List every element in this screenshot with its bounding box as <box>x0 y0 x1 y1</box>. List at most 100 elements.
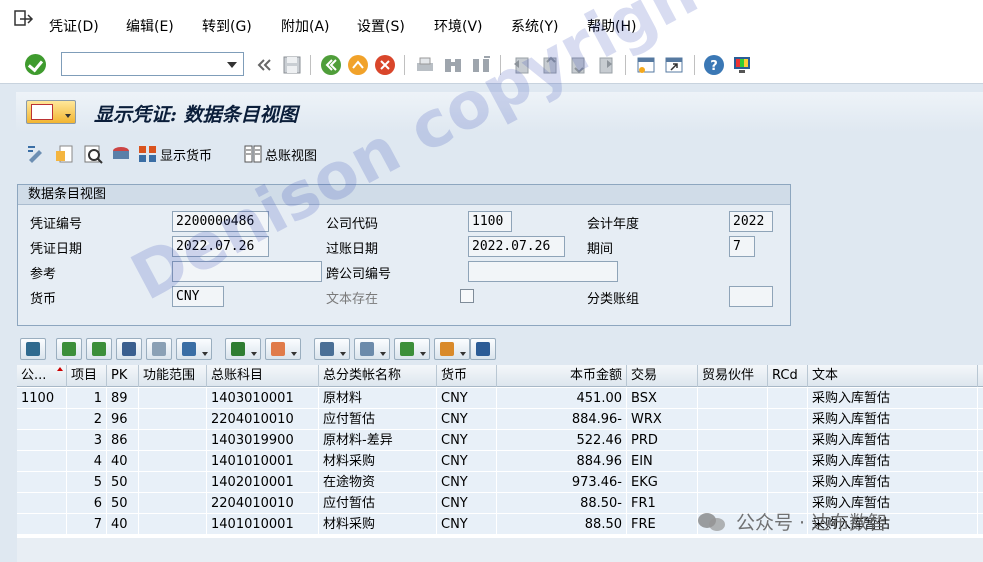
total-icon[interactable] <box>225 338 261 360</box>
cell-company[interactable] <box>17 451 67 472</box>
cell-gl-account[interactable]: 2204010010 <box>207 493 319 514</box>
cell-gl-name[interactable]: 在途物资 <box>319 472 437 493</box>
show-currency-button[interactable]: 显示货币 <box>138 143 212 165</box>
cell-gl-name[interactable]: 原材料-差异 <box>319 430 437 451</box>
cell-amount[interactable]: 88.50- <box>497 493 627 514</box>
cell-pk[interactable]: 40 <box>107 451 139 472</box>
sort-ascending-icon[interactable] <box>56 338 82 360</box>
cell-item[interactable]: 2 <box>67 409 107 430</box>
cell-functional-area[interactable] <box>139 409 207 430</box>
cell-amount[interactable]: 88.50 <box>497 514 627 535</box>
cell-amount[interactable]: 884.96 <box>497 451 627 472</box>
cell-pk[interactable]: 50 <box>107 472 139 493</box>
cell-text[interactable]: 采购入库暂估 <box>808 451 978 472</box>
cell-company[interactable] <box>17 430 67 451</box>
cell-trading-partner[interactable] <box>698 388 768 409</box>
cancel-icon[interactable] <box>374 54 396 76</box>
cell-rcd[interactable] <box>768 472 808 493</box>
posting-date-field[interactable]: 2022.07.26 <box>468 236 565 257</box>
cell-transaction[interactable]: FRE <box>627 514 698 535</box>
cell-rcd[interactable] <box>768 451 808 472</box>
table-row[interactable]: 4 40 1401010001 材料采购 CNY 884.96 EIN 采购入库暂估 <box>17 451 983 472</box>
command-input[interactable] <box>64 55 214 73</box>
print-preview-icon[interactable] <box>314 338 350 360</box>
cell-trading-partner[interactable] <box>698 451 768 472</box>
system-menu-icon[interactable] <box>14 10 34 28</box>
menu-item-environment[interactable]: 环境(V) <box>434 16 483 36</box>
help-icon[interactable]: ? <box>703 54 725 76</box>
cell-pk[interactable]: 96 <box>107 409 139 430</box>
cell-gl-name[interactable]: 材料采购 <box>319 451 437 472</box>
cell-functional-area[interactable] <box>139 472 207 493</box>
print-icon[interactable] <box>414 54 436 76</box>
cell-rcd[interactable] <box>768 388 808 409</box>
cell-company[interactable] <box>17 493 67 514</box>
find-next-icon[interactable] <box>146 338 172 360</box>
information-icon[interactable] <box>470 338 496 360</box>
cell-rcd[interactable] <box>768 409 808 430</box>
fiscal-year-field[interactable]: 2022 <box>729 211 773 232</box>
column-header-rcd[interactable]: RCd <box>768 365 808 387</box>
cell-amount[interactable]: 884.96- <box>497 409 627 430</box>
column-header-gl-account[interactable]: 总账科目 <box>207 365 319 387</box>
cell-pk[interactable]: 40 <box>107 514 139 535</box>
cell-functional-area[interactable] <box>139 451 207 472</box>
enter-check-icon[interactable] <box>25 54 46 75</box>
cell-pk[interactable]: 50 <box>107 493 139 514</box>
cell-item[interactable]: 3 <box>67 430 107 451</box>
export-icon[interactable] <box>394 338 430 360</box>
cell-functional-area[interactable] <box>139 388 207 409</box>
menu-item-document[interactable]: 凭证(D) <box>49 16 99 36</box>
cell-transaction[interactable]: BSX <box>627 388 698 409</box>
cell-item[interactable]: 6 <box>67 493 107 514</box>
table-row[interactable]: 1100 1 89 1403010001 原材料 CNY 451.00 BSX 采购入库暂估 <box>17 388 983 409</box>
subtotal-icon[interactable] <box>265 338 301 360</box>
cell-gl-account[interactable]: 1401010001 <box>207 451 319 472</box>
cell-gl-account[interactable]: 2204010010 <box>207 409 319 430</box>
cell-transaction[interactable]: EKG <box>627 472 698 493</box>
cell-pk[interactable]: 86 <box>107 430 139 451</box>
column-header-functional-area[interactable]: 功能范围 <box>139 365 207 387</box>
menu-item-edit[interactable]: 编辑(E) <box>126 16 174 36</box>
save-icon[interactable] <box>281 54 303 76</box>
cell-item[interactable]: 7 <box>67 514 107 535</box>
column-header-trading-partner[interactable]: 贸易伙伴 <box>698 365 768 387</box>
taxes-icon[interactable] <box>110 143 132 165</box>
menu-item-settings[interactable]: 设置(S) <box>357 16 405 36</box>
cell-gl-name[interactable]: 应付暂估 <box>319 493 437 514</box>
cell-text[interactable]: 采购入库暂估 <box>808 388 978 409</box>
views-icon[interactable] <box>354 338 390 360</box>
menu-item-extras[interactable]: 附加(A) <box>281 16 330 36</box>
cell-currency[interactable]: CNY <box>437 409 497 430</box>
cell-currency[interactable]: CNY <box>437 451 497 472</box>
other-document-icon[interactable] <box>54 143 76 165</box>
cell-gl-account[interactable]: 1401010001 <box>207 514 319 535</box>
cell-pk[interactable]: 89 <box>107 388 139 409</box>
cell-amount[interactable]: 973.46- <box>497 472 627 493</box>
create-shortcut-icon[interactable] <box>663 54 685 76</box>
cell-currency[interactable]: CNY <box>437 514 497 535</box>
chevron-down-icon[interactable] <box>227 62 237 68</box>
cell-currency[interactable]: CNY <box>437 472 497 493</box>
cell-gl-account[interactable]: 1402010001 <box>207 472 319 493</box>
cell-currency[interactable]: CNY <box>437 493 497 514</box>
column-header-gl-name[interactable]: 总分类帐名称 <box>319 365 437 387</box>
cell-gl-name[interactable]: 原材料 <box>319 388 437 409</box>
cell-company[interactable] <box>17 514 67 535</box>
collapse-double-left-icon[interactable] <box>253 54 275 76</box>
find-icon[interactable] <box>116 338 142 360</box>
cell-amount[interactable]: 522.46 <box>497 430 627 451</box>
cell-company[interactable]: 1100 <box>17 388 67 409</box>
display-change-icon[interactable] <box>25 143 47 165</box>
cell-functional-area[interactable] <box>139 493 207 514</box>
cell-text[interactable]: 采购入库暂估 <box>808 409 978 430</box>
cell-text[interactable]: 采购入库暂估 <box>808 472 978 493</box>
title-menu-button[interactable] <box>26 100 76 124</box>
command-field[interactable] <box>61 52 244 76</box>
customize-layout-icon[interactable] <box>731 54 753 76</box>
details-icon[interactable] <box>20 338 46 360</box>
cell-transaction[interactable]: EIN <box>627 451 698 472</box>
menu-item-goto[interactable]: 转到(G) <box>202 16 252 36</box>
cell-transaction[interactable]: PRD <box>627 430 698 451</box>
column-header-pk[interactable]: PK <box>107 365 139 387</box>
